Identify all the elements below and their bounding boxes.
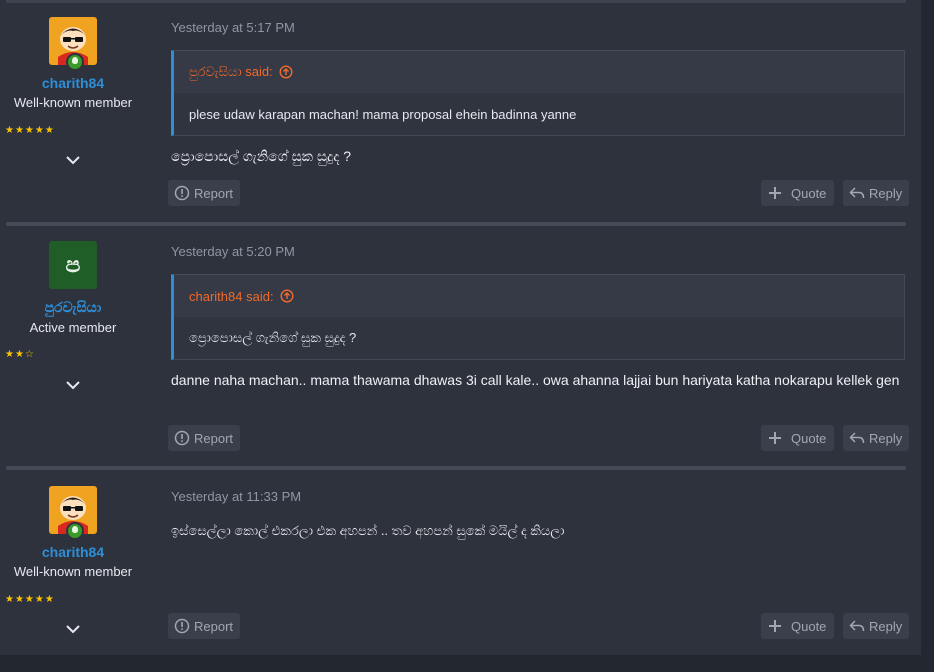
- post-date-link[interactable]: Yesterday at 11:33 PM: [171, 489, 301, 504]
- chevron-down-icon[interactable]: [65, 378, 81, 392]
- post-message: danne naha machan.. mama thawama dhawas …: [171, 372, 900, 388]
- username-link[interactable]: charith84: [0, 544, 146, 560]
- user-rating-stars: ★★★★★: [5, 594, 55, 605]
- quote-button[interactable]: Quote: [761, 180, 834, 206]
- top-divider: [6, 0, 906, 3]
- alert-circle-icon: [174, 185, 190, 201]
- user-title: Well-known member: [13, 95, 133, 110]
- plus-icon: [769, 187, 781, 199]
- user-title: Well-known member: [13, 564, 133, 579]
- reply-label: Reply: [869, 185, 903, 201]
- reply-arrow-icon: [849, 187, 865, 199]
- reply-label: Reply: [869, 430, 903, 446]
- user-avatar[interactable]: ප: [49, 241, 97, 289]
- quote-header[interactable]: පුරවැසියා said:: [174, 51, 904, 93]
- reply-arrow-icon: [849, 620, 865, 632]
- username-link[interactable]: පුරවැසියා: [0, 299, 146, 316]
- quote-text: ප්‍රොපොසල් ගැනිගේ සුක සුදුද ?: [174, 317, 904, 359]
- report-label: Report: [194, 618, 234, 634]
- post-divider: [6, 466, 906, 470]
- plus-icon: [769, 620, 781, 632]
- quote-text: plese udaw karapan machan! mama proposal…: [174, 93, 904, 135]
- online-badge-icon: [66, 522, 84, 540]
- reply-arrow-icon: [849, 432, 865, 444]
- report-button[interactable]: Report: [168, 425, 240, 451]
- user-rating-stars: ★★☆: [5, 349, 35, 360]
- post-message: ප්‍රොපොසල් ගැනිගේ සුක සුදුද ?: [171, 148, 352, 164]
- quote-button[interactable]: Quote: [761, 613, 834, 639]
- report-label: Report: [194, 185, 234, 201]
- chevron-down-icon[interactable]: [65, 153, 81, 167]
- alert-circle-icon: [174, 618, 190, 634]
- quote-block: charith84 said: ප්‍රොපොසල් ගැනිගේ සුක සු…: [171, 274, 905, 360]
- quote-block: පුරවැසියා said: plese udaw karapan macha…: [171, 50, 905, 136]
- plus-icon: [769, 432, 781, 444]
- reply-label: Reply: [869, 618, 903, 634]
- alert-circle-icon: [174, 430, 190, 446]
- quote-author: charith84 said:: [189, 288, 274, 304]
- post-divider: [6, 222, 906, 226]
- post-date-link[interactable]: Yesterday at 5:20 PM: [171, 244, 295, 259]
- report-button[interactable]: Report: [168, 180, 240, 206]
- chevron-down-icon[interactable]: [65, 622, 81, 636]
- quote-button[interactable]: Quote: [761, 425, 834, 451]
- user-title: Active member: [29, 320, 117, 335]
- report-button[interactable]: Report: [168, 613, 240, 639]
- reply-button[interactable]: Reply: [843, 425, 909, 451]
- reply-button[interactable]: Reply: [843, 613, 909, 639]
- quote-header[interactable]: charith84 said:: [174, 275, 904, 317]
- post-date-link[interactable]: Yesterday at 5:17 PM: [171, 20, 295, 35]
- reply-button[interactable]: Reply: [843, 180, 909, 206]
- arrow-up-circle-icon[interactable]: [279, 65, 293, 79]
- quote-label: Quote: [791, 185, 827, 201]
- online-badge-icon: [66, 53, 84, 71]
- post-message: ඉස්සෙල්ලා කොල් එකරලා එක අහපන් .. තව අහපන…: [171, 523, 565, 538]
- report-label: Report: [194, 430, 234, 446]
- arrow-up-circle-icon[interactable]: [280, 289, 294, 303]
- username-link[interactable]: charith84: [0, 75, 146, 91]
- quote-author: පුරවැසියා said:: [189, 64, 273, 79]
- thread-panel: charith84 Well-known member ★★★★★ Yester…: [0, 0, 921, 655]
- user-rating-stars: ★★★★★: [5, 125, 55, 136]
- quote-label: Quote: [791, 430, 827, 446]
- quote-label: Quote: [791, 618, 827, 634]
